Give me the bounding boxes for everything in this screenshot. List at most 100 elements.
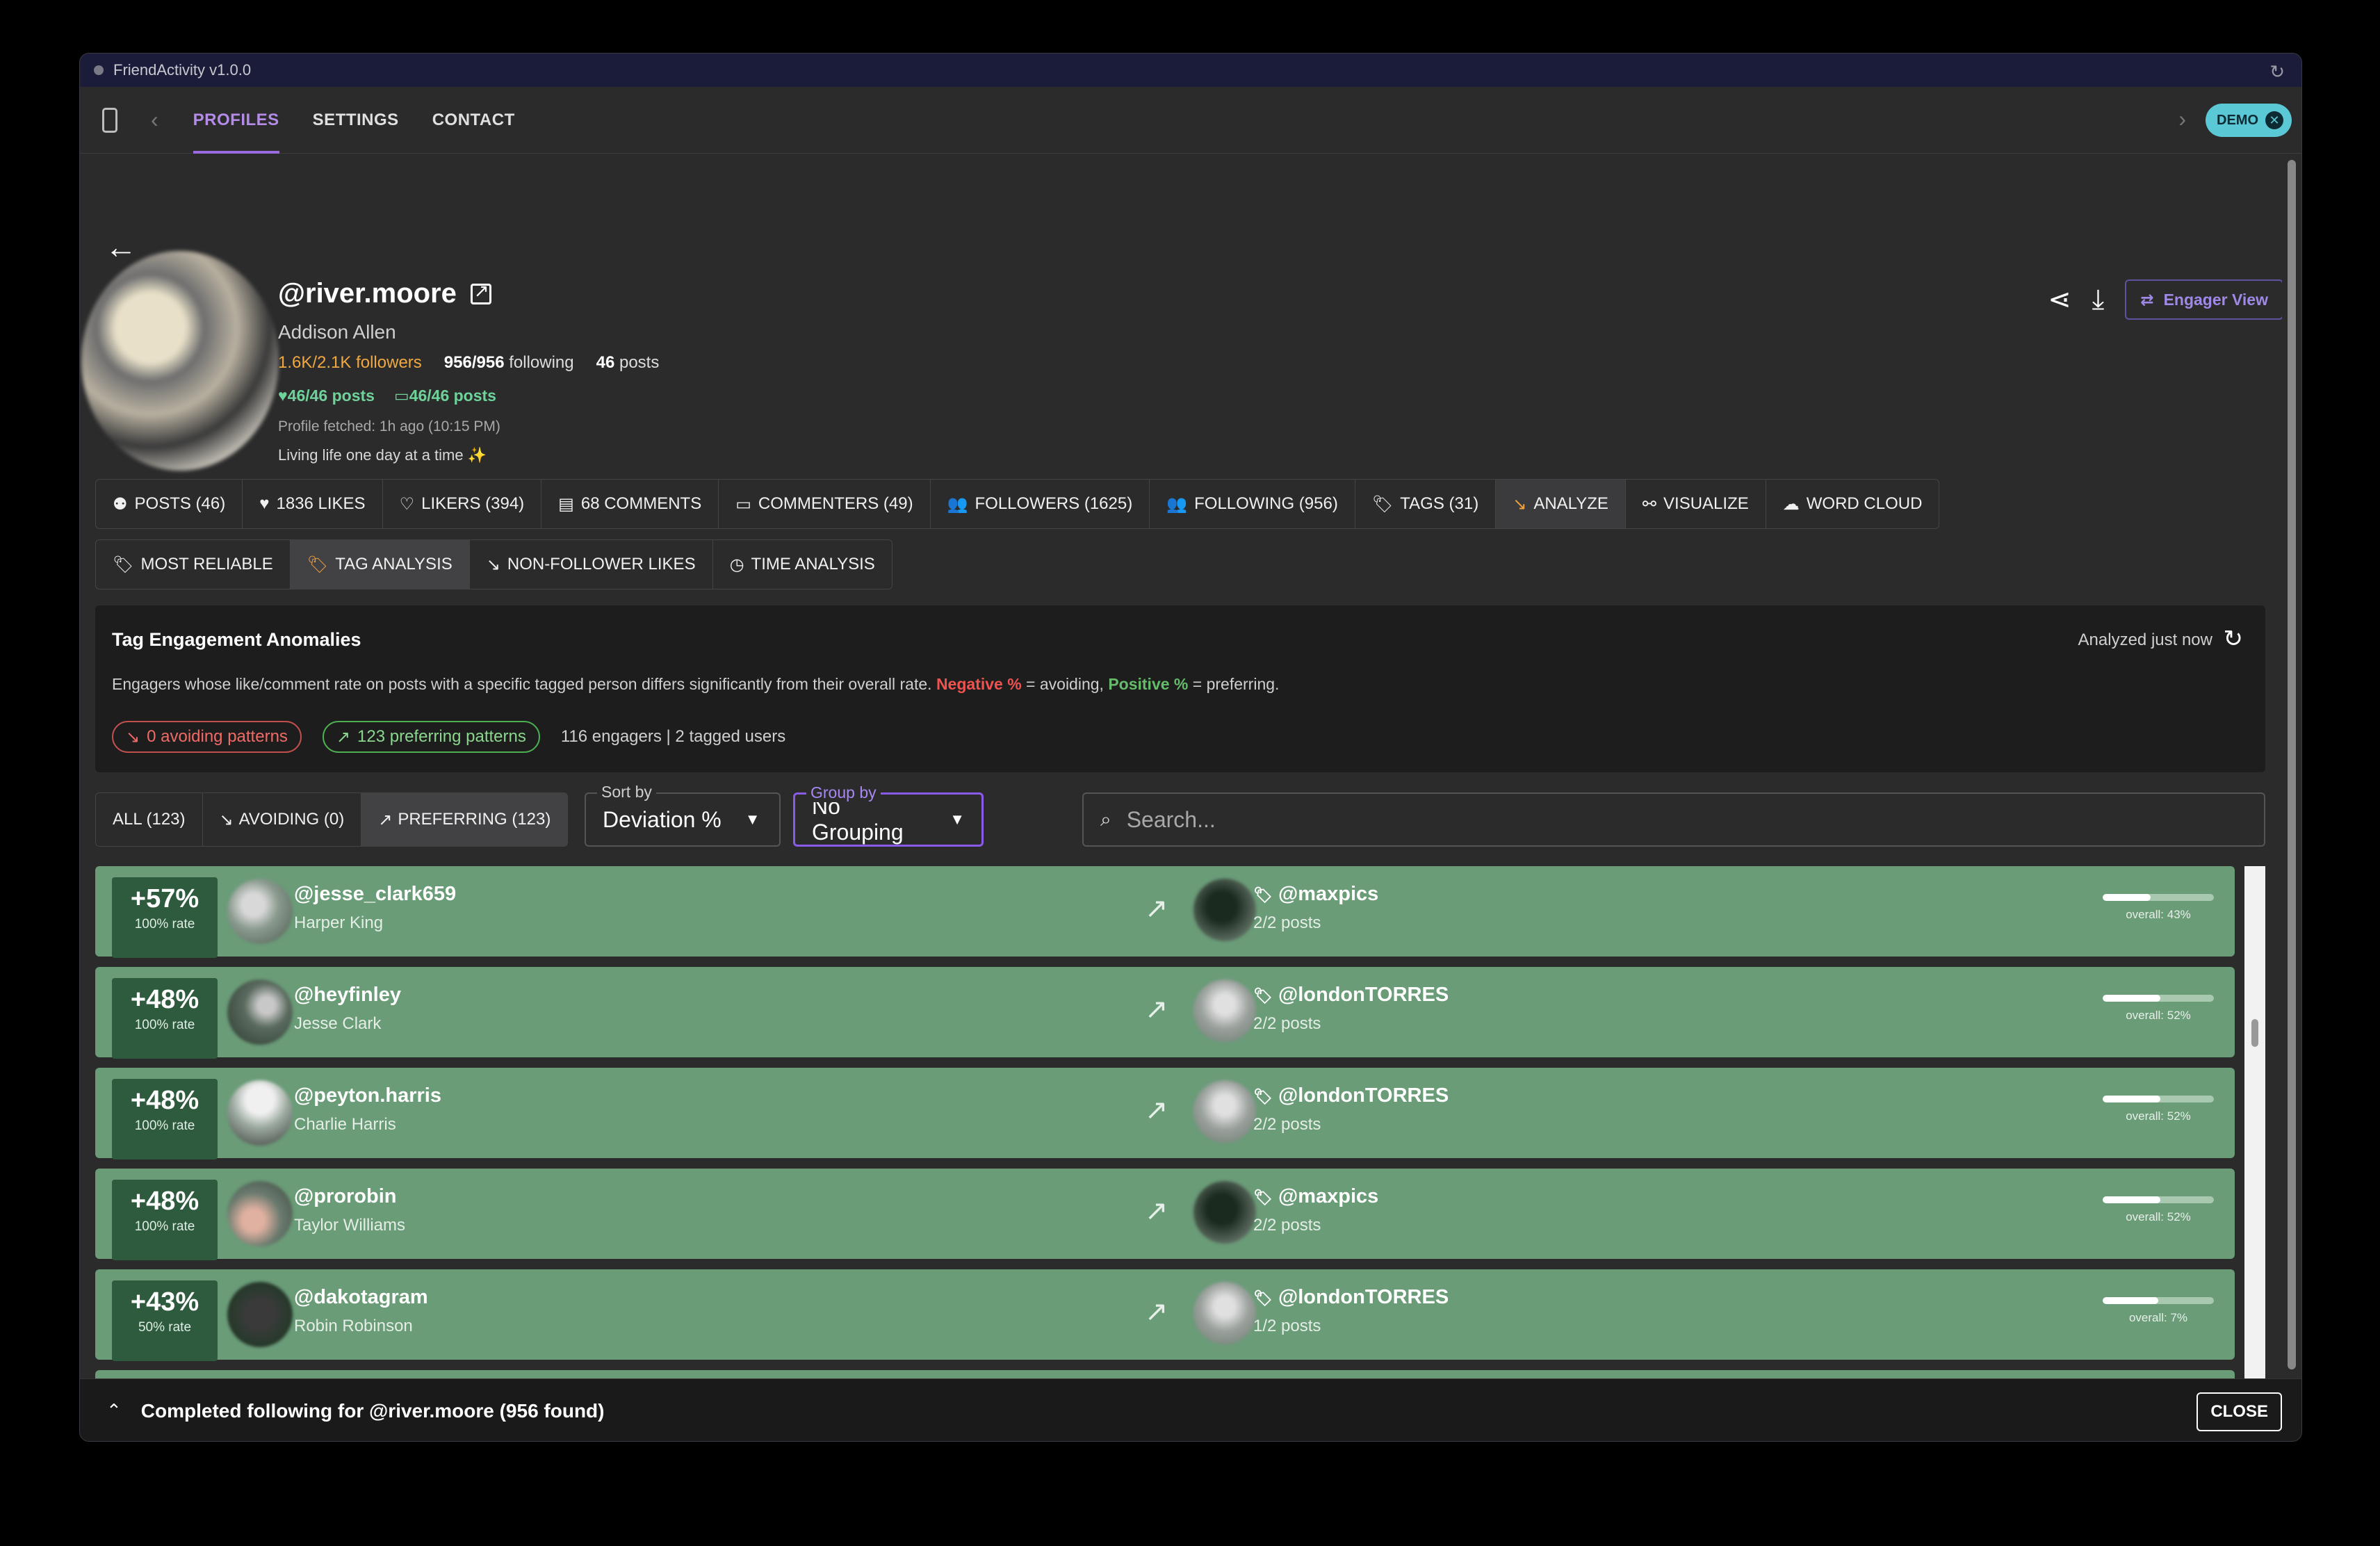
tab-comments[interactable]: ▤ 68 COMMENTS xyxy=(541,480,719,528)
tagged-avatar[interactable] xyxy=(1193,979,1256,1042)
engager-handle[interactable]: @heyfinley xyxy=(294,984,401,1007)
subtab-most-reliable[interactable]: 🏷 MOST RELIABLE xyxy=(96,540,291,589)
engager-handle[interactable]: @prorobin xyxy=(294,1185,396,1208)
tab-following[interactable]: 👥 FOLLOWING (956) xyxy=(1150,480,1355,528)
refresh-icon[interactable]: ↻ xyxy=(2224,625,2244,653)
engager-handle[interactable]: @peyton.harris xyxy=(294,1084,441,1107)
avoiding-chip[interactable]: ↘ 0 avoiding patterns xyxy=(112,721,302,753)
subtab-non-follower-likes[interactable]: ↘ NON-FOLLOWER LIKES xyxy=(470,540,713,589)
tagged-avatar[interactable] xyxy=(1193,1282,1256,1344)
filter-avoiding[interactable]: ↘ AVOIDING (0) xyxy=(203,793,362,846)
followers-count[interactable]: 1.6K/2.1K followers xyxy=(278,353,422,373)
profile-tabs: ⚉ POSTS (46) ♥ 1836 LIKES ♡ LIKERS (394) ▤ 6… xyxy=(95,479,1940,529)
table-row[interactable]: +57% 100% rate @jesse_clark659 Harper King ↗… xyxy=(95,866,2235,958)
chevron-left-icon[interactable]: ‹ xyxy=(151,107,158,133)
page-scroll-thumb[interactable] xyxy=(2288,160,2296,1369)
table-row[interactable]: +48% 100% rate @prorobin Taylor Williams ↗ 🏷 @… xyxy=(95,1169,2235,1260)
overall-rate-fill xyxy=(2103,1297,2158,1304)
tab-settings[interactable]: SETTINGS xyxy=(313,87,399,154)
table-row[interactable]: +48% 100% rate @heyfinley Jesse Clark ↗ 🏷 @lon… xyxy=(95,967,2235,1059)
download-icon[interactable]: ⤓ xyxy=(2092,284,2105,316)
clock-icon: ◷ xyxy=(729,555,744,574)
close-toast-button[interactable]: CLOSE xyxy=(2196,1392,2282,1431)
demo-badge[interactable]: DEMO ✕ xyxy=(2206,104,2292,137)
tagged-avatar[interactable] xyxy=(1193,1181,1256,1244)
overall-rate: overall: 43% xyxy=(2126,908,2191,921)
filter-preferring[interactable]: ↗ PREFERRING (123) xyxy=(361,793,568,846)
overall-rate-fill xyxy=(2103,894,2151,901)
table-row[interactable]: +43% 50% rate @dakotagram Robin Robinson ↗ 🏷 @… xyxy=(95,1269,2235,1361)
anomalies-panel: Tag Engagement Anomalies Analyzed just n… xyxy=(95,605,2265,772)
engager-name: Taylor Williams xyxy=(294,1216,406,1235)
liked-posts-text: 46/46 posts xyxy=(287,386,375,405)
tagged-user[interactable]: 🏷 @maxpics xyxy=(1253,1185,1378,1208)
tab-tags[interactable]: 🏷 TAGS (31) xyxy=(1355,480,1497,528)
tagged-avatar[interactable] xyxy=(1193,1080,1256,1143)
tab-likers[interactable]: ♡ LIKERS (394) xyxy=(383,480,542,528)
tab-followers[interactable]: 👥 FOLLOWERS (1625) xyxy=(931,480,1150,528)
overall-rate-fill xyxy=(2103,995,2161,1002)
preferring-chip[interactable]: ↗ 123 preferring patterns xyxy=(322,721,540,753)
coverage-stats: ♥46/46 posts ▭46/46 posts xyxy=(278,386,496,405)
back-arrow-icon[interactable]: ← xyxy=(105,228,137,266)
list-scroll-thumb[interactable] xyxy=(2251,1019,2258,1047)
sort-label: Sort by xyxy=(597,783,656,802)
posts-icon: ⚉ xyxy=(113,494,128,514)
deviation-percent: +48% xyxy=(130,1086,199,1115)
engager-summary: 116 engagers | 2 tagged users xyxy=(560,727,786,746)
tagged-user[interactable]: 🏷 @maxpics xyxy=(1253,883,1378,906)
toast-message: Completed following for @river.moore (95… xyxy=(140,1399,605,1422)
table-row[interactable]: +48% 100% rate @peyton.harris Charlie Harri… xyxy=(95,1068,2235,1160)
tagged-handle: @londonTORRES xyxy=(1278,984,1449,1006)
tag-rate: 100% rate xyxy=(134,1118,195,1133)
following-stat[interactable]: 956/956 following xyxy=(444,353,574,373)
reload-icon[interactable]: ↻ xyxy=(2269,61,2285,83)
avatar[interactable] xyxy=(227,1181,293,1246)
deviation-percent: +43% xyxy=(130,1287,199,1317)
tagged-avatar[interactable] xyxy=(1193,879,1256,941)
chevron-right-icon[interactable]: › xyxy=(2178,106,2186,132)
phone-icon[interactable] xyxy=(102,107,117,133)
tagged-user[interactable]: 🏷 @londonTORRES xyxy=(1253,984,1449,1007)
avatar[interactable] xyxy=(227,1080,293,1146)
list-scrollbar[interactable] xyxy=(2244,866,2265,1430)
tab-analyze[interactable]: ↘ ANALYZE xyxy=(1496,480,1626,528)
tab-contact[interactable]: CONTACT xyxy=(432,87,515,154)
overall-rate: overall: 52% xyxy=(2126,1009,2191,1022)
tab-likes[interactable]: ♥ 1836 LIKES xyxy=(243,480,383,528)
tab-profiles[interactable]: PROFILES xyxy=(193,87,279,154)
avoiding-chip-label: 0 avoiding patterns xyxy=(147,727,288,746)
avatar[interactable] xyxy=(227,879,293,944)
engager-view-button[interactable]: ⇄ Engager View xyxy=(2125,279,2283,320)
tab-word-cloud[interactable]: ☁ WORD CLOUD xyxy=(1766,480,1939,528)
sort-select[interactable]: Sort by Deviation % ▼ xyxy=(585,783,781,847)
external-link-icon[interactable] xyxy=(470,280,491,304)
avatar[interactable] xyxy=(227,1282,293,1347)
avatar[interactable] xyxy=(227,979,293,1045)
desc-prefix: Engagers whose like/comment rate on post… xyxy=(112,675,932,693)
deviation-badge: +48% 100% rate xyxy=(112,1180,218,1260)
chevron-up-icon[interactable]: ⌃ xyxy=(106,1400,122,1422)
negative-label: Negative % xyxy=(936,675,1022,693)
close-icon[interactable]: ✕ xyxy=(2265,111,2283,129)
panel-title: Tag Engagement Anomalies xyxy=(112,629,361,650)
share-icon[interactable]: ⋖ xyxy=(2048,284,2071,316)
tab-posts[interactable]: ⚉ POSTS (46) xyxy=(96,480,243,528)
tab-visualize-label: VISUALIZE xyxy=(1663,494,1749,513)
filter-all[interactable]: ALL (123) xyxy=(96,793,203,846)
commented-posts: ▭46/46 posts xyxy=(394,386,496,405)
profile-bio: Living life one day at a time ✨ xyxy=(278,446,487,464)
subtab-tag-analysis[interactable]: 🏷 TAG ANALYSIS xyxy=(290,540,470,589)
engager-handle[interactable]: @jesse_clark659 xyxy=(294,883,456,906)
profile-stats: 1.6K/2.1K followers 956/956 following 46… xyxy=(278,353,659,373)
tab-visualize[interactable]: ⚯ VISUALIZE xyxy=(1626,480,1766,528)
tagged-user[interactable]: 🏷 @londonTORRES xyxy=(1253,1286,1449,1309)
page-scrollbar[interactable] xyxy=(2282,154,2301,1430)
subtab-time-analysis[interactable]: ◷ TIME ANALYSIS xyxy=(713,540,892,589)
search-input[interactable] xyxy=(1126,806,2169,833)
group-select[interactable]: Group by No Grouping ▼ xyxy=(793,783,984,847)
tagged-user[interactable]: 🏷 @londonTORRES xyxy=(1253,1084,1449,1107)
tab-commenters[interactable]: ▭ COMMENTERS (49) xyxy=(719,480,931,528)
engager-handle[interactable]: @dakotagram xyxy=(294,1286,428,1309)
search-box[interactable]: ⌕ xyxy=(1082,792,2265,847)
